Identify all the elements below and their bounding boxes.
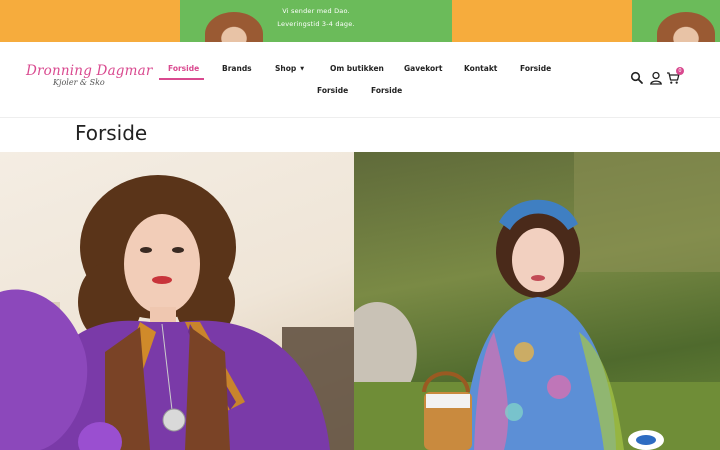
- hero-image-left-illustration: [0, 175, 354, 450]
- hero-image-right[interactable]: [354, 152, 720, 450]
- logo-subtitle: Kjoler & Sko: [53, 78, 105, 87]
- nav-item-forside-2[interactable]: Forside: [520, 64, 551, 73]
- logo-title: Dronning Dagmar: [26, 63, 153, 79]
- nav-item-kontakt[interactable]: Kontakt: [464, 64, 497, 73]
- nav-item-shop[interactable]: Shop ▼: [275, 64, 304, 73]
- banner-line-delivery: Leveringstid 3-4 dage.: [277, 20, 355, 28]
- banner-segment-orange: [452, 0, 632, 42]
- banner-message: Vi sender med Dao. Leveringstid 3-4 dage…: [180, 0, 452, 31]
- chevron-down-icon: ▼: [300, 66, 305, 72]
- banner-segment-orange: [0, 0, 180, 42]
- nav-item-shop-label: Shop: [275, 64, 297, 73]
- nav-active-underline: [159, 78, 204, 80]
- site-logo[interactable]: Dronning Dagmar Kjoler & Sko: [26, 63, 153, 99]
- page-title-area: Forside: [0, 118, 720, 152]
- site-header: Dronning Dagmar Kjoler & Sko Forside Bra…: [0, 42, 720, 118]
- hero-image-left[interactable]: [0, 152, 354, 450]
- nav-item-forside[interactable]: Forside: [168, 64, 199, 73]
- banner-line-shipping: Vi sender med Dao.: [282, 7, 350, 15]
- cart-count-badge: 0: [676, 67, 684, 75]
- user-icon[interactable]: [649, 70, 663, 85]
- nav-item-forside-3[interactable]: Forside: [317, 86, 348, 95]
- hero-image-right-illustration: [354, 152, 720, 450]
- nav-item-forside-4[interactable]: Forside: [371, 86, 402, 95]
- top-banner: Vi sender med Dao. Leveringstid 3-4 dage…: [0, 0, 720, 42]
- nav-item-gavekort[interactable]: Gavekort: [404, 64, 442, 73]
- nav-item-brands[interactable]: Brands: [222, 64, 252, 73]
- search-icon[interactable]: [630, 70, 644, 84]
- page-title: Forside: [75, 121, 148, 145]
- nav-item-om-butikken[interactable]: Om butikken: [330, 64, 384, 73]
